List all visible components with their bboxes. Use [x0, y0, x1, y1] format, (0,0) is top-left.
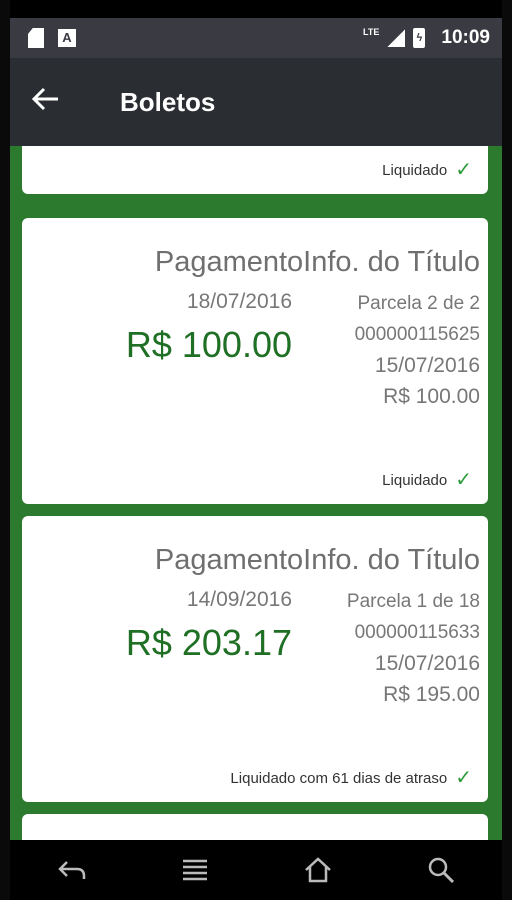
- parcela-label: Parcela 2 de 2: [357, 293, 480, 314]
- check-icon: ✓: [455, 469, 472, 491]
- parcela-label: Parcela 1 de 18: [346, 591, 480, 612]
- battery-icon: ϟ: [413, 28, 426, 48]
- card-title: PagamentoInfo. do Título: [154, 246, 480, 278]
- check-icon: ✓: [455, 767, 472, 789]
- title-info: Parcela 2 de 2 000000115625 15/07/2016 R…: [355, 288, 480, 412]
- signal-icon: [387, 29, 406, 47]
- status-text: Liquidado: [382, 471, 448, 489]
- home-icon[interactable]: [288, 845, 348, 895]
- document-number: 000000115633: [354, 622, 480, 643]
- search-icon[interactable]: [411, 845, 471, 895]
- title-value: R$ 100.00: [383, 385, 480, 408]
- payment-amount: R$ 203.17: [125, 622, 292, 663]
- status-text: Liquidado: [382, 161, 448, 179]
- boleto-card[interactable]: [22, 814, 488, 840]
- document-number: 000000115625: [354, 324, 480, 345]
- due-date: 15/07/2016: [374, 652, 480, 675]
- status-time: 10:09: [441, 27, 490, 48]
- card-title: PagamentoInfo. do Título: [154, 544, 480, 576]
- system-nav-bar: [10, 840, 502, 900]
- title-value: R$ 195.00: [383, 683, 480, 706]
- boleto-card[interactable]: PagamentoInfo. do Título 14/09/2016 R$ 2…: [22, 516, 488, 802]
- arrow-left-icon[interactable]: [31, 87, 92, 117]
- status-text: Liquidado com 61 dias de atraso: [230, 769, 448, 787]
- boleto-card[interactable]: PagamentoInfo. do Título 18/07/2016 R$ 1…: [22, 218, 488, 504]
- sd-card-icon: [28, 28, 44, 48]
- app-bar: Boletos: [10, 58, 502, 146]
- status-line: Liquidado ✓: [382, 160, 472, 180]
- status-line: Liquidado ✓: [382, 470, 472, 490]
- due-date: 15/07/2016: [374, 354, 480, 377]
- payment-amount: R$ 100.00: [125, 324, 292, 365]
- boleto-card[interactable]: Liquidado ✓: [22, 146, 488, 194]
- back-icon[interactable]: [42, 845, 102, 895]
- network-type-label: LTE: [363, 27, 380, 37]
- app-notification-icon: A: [58, 29, 76, 47]
- title-info: Parcela 1 de 18 000000115633 15/07/2016 …: [347, 586, 480, 710]
- boletos-list[interactable]: Liquidado ✓ PagamentoInfo. do Título 18/…: [10, 146, 502, 840]
- check-icon: ✓: [455, 159, 472, 181]
- status-line: Liquidado com 61 dias de atraso ✓: [230, 768, 472, 788]
- page-title: Boletos: [120, 86, 216, 117]
- device-frame-right: [502, 0, 512, 900]
- device-frame-left: [0, 0, 10, 900]
- menu-icon[interactable]: [165, 845, 225, 895]
- payment-date: 18/07/2016: [186, 290, 292, 313]
- status-bar: A LTE ϟ 10:09: [10, 18, 502, 58]
- payment-date: 14/09/2016: [186, 588, 292, 611]
